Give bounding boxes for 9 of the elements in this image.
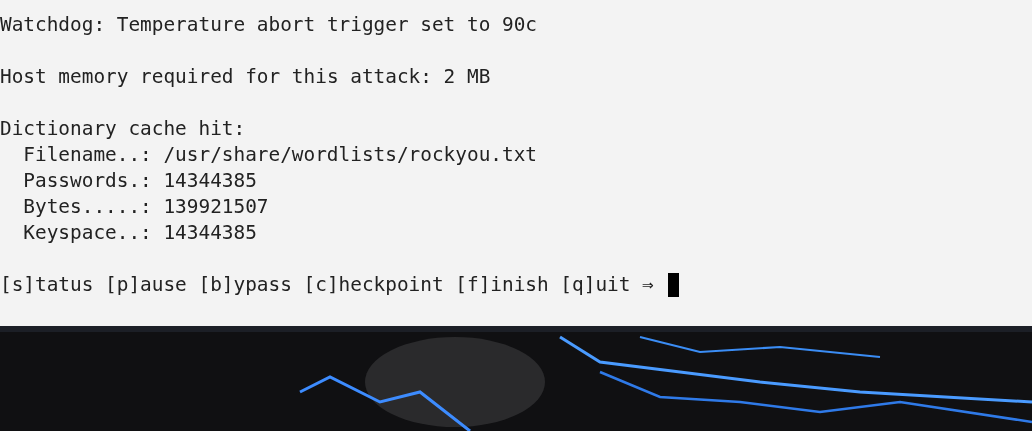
cursor-icon [667, 273, 679, 297]
terminal-line: Dictionary cache hit: [0, 117, 246, 140]
terminal-line: Host memory required for this attack: 2 MB [0, 65, 491, 88]
terminal-line: Passwords.: 14344385 [23, 169, 257, 192]
terminal-line: Keyspace..: 14344385 [23, 221, 257, 244]
terminal-line: Filename..: /usr/share/wordlists/rockyou.txt [23, 143, 537, 166]
terminal-line: Bytes.....: 139921507 [23, 195, 269, 218]
terminal-line: Watchdog: Temperature abort trigger set to 90c [0, 13, 537, 36]
command-prompt: [s]tatus [p]ause [b]ypass [c]heckpoint [f]inish [q]uit ⇒ [0, 272, 654, 298]
